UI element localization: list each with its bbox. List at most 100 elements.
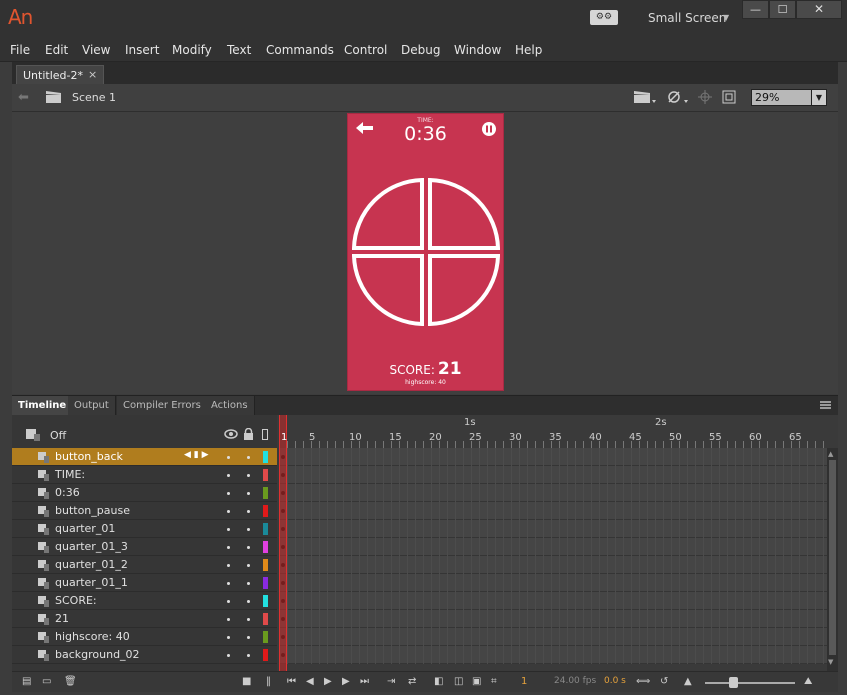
close-button[interactable]: ✕ — [796, 0, 842, 19]
modify-markers-icon[interactable]: ⌗ — [491, 676, 497, 687]
layer-outline-color[interactable] — [263, 613, 268, 625]
go-to-first-frame-icon[interactable]: ⏮ — [287, 676, 296, 687]
menu-insert[interactable]: Insert — [125, 43, 159, 57]
lock-toggle[interactable] — [247, 582, 250, 585]
visibility-toggle[interactable] — [227, 492, 230, 495]
visibility-toggle[interactable] — [227, 654, 230, 657]
frame-ruler[interactable]: 1s 2s 5 10 15 20 25 30 35 40 45 50 55 60 65 — [279, 415, 827, 448]
tab-actions[interactable]: Actions — [205, 396, 255, 416]
fit-frames-icon[interactable]: ⟺ — [636, 676, 650, 687]
visibility-toggle[interactable] — [227, 546, 230, 549]
visibility-toggle[interactable] — [227, 582, 230, 585]
layer-name[interactable]: quarter_01_3 — [55, 540, 128, 553]
onion-skin-icon[interactable]: ◧ — [434, 676, 443, 687]
lock-toggle[interactable] — [247, 510, 250, 513]
lock-toggle[interactable] — [247, 654, 250, 657]
layer-outline-color[interactable] — [263, 505, 268, 517]
quarter-circle-puzzle[interactable] — [352, 177, 500, 327]
chevron-down-icon[interactable]: ▼ — [723, 13, 729, 22]
layer-name[interactable]: quarter_01_2 — [55, 558, 128, 571]
minimize-button[interactable]: — — [742, 0, 769, 19]
timeline-scrollbar[interactable]: ▲ ▼ — [827, 448, 838, 671]
menu-file[interactable]: File — [10, 43, 30, 57]
new-layer-icon[interactable]: ▤ — [22, 676, 31, 687]
edit-scene-icon[interactable] — [634, 90, 656, 104]
lock-toggle[interactable] — [247, 546, 250, 549]
step-back-icon[interactable]: ◀ — [306, 676, 314, 687]
visibility-toggle[interactable] — [227, 636, 230, 639]
layer-outline-color[interactable] — [263, 631, 268, 643]
loop-icon[interactable]: ⇄ — [408, 676, 416, 687]
panel-menu-icon[interactable] — [820, 401, 831, 409]
layer-name[interactable]: background_02 — [55, 648, 140, 661]
tab-compiler-errors[interactable]: Compiler Errors — [117, 396, 208, 416]
visibility-toggle[interactable] — [227, 456, 230, 459]
layer-name[interactable]: quarter_01 — [55, 522, 115, 535]
layer-outline-color[interactable] — [263, 451, 268, 463]
snap-icon[interactable] — [698, 90, 712, 104]
workspace-switcher-icon[interactable]: ⚙⚙ — [590, 10, 618, 25]
timeline-zoom-slider[interactable] — [705, 682, 795, 684]
menu-debug[interactable]: Debug — [401, 43, 440, 57]
clip-content-icon[interactable] — [722, 90, 736, 104]
layer-row[interactable]: quarter_01_3 — [12, 538, 277, 556]
menu-view[interactable]: View — [82, 43, 110, 57]
visibility-toggle[interactable] — [227, 528, 230, 531]
current-frame[interactable]: 1 — [521, 676, 527, 687]
lock-toggle[interactable] — [247, 456, 250, 459]
onion-skin-outlines-icon[interactable]: ◫ — [454, 676, 463, 687]
lock-toggle[interactable] — [247, 492, 250, 495]
new-folder-icon[interactable]: ▭ — [42, 676, 51, 687]
workspace-name[interactable]: Small Screen — [648, 11, 726, 25]
layer-outline-color[interactable] — [263, 559, 268, 571]
layer-name[interactable]: button_back — [55, 450, 123, 463]
layer-name[interactable]: 0:36 — [55, 486, 80, 499]
layer-row[interactable]: quarter_01_2 — [12, 556, 277, 574]
layer-nav-controls[interactable]: ◀ ▮ ▶ — [184, 450, 209, 460]
layer-name[interactable]: quarter_01_1 — [55, 576, 128, 589]
frame-grid[interactable] — [279, 448, 827, 664]
trash-icon[interactable]: 🗑 — [64, 676, 77, 687]
menu-control[interactable]: Control — [344, 43, 387, 57]
tab-output[interactable]: Output — [68, 396, 116, 416]
outline-icon[interactable] — [262, 429, 268, 440]
layer-name[interactable]: SCORE: — [55, 594, 97, 607]
small-mountain-icon[interactable]: ▲ — [684, 676, 692, 687]
layer-depth-label[interactable]: Off — [50, 429, 66, 442]
lock-toggle[interactable] — [247, 474, 250, 477]
play-icon[interactable]: ▶ — [324, 676, 332, 687]
layer-name[interactable]: 21 — [55, 612, 69, 625]
layer-row[interactable]: button_pause — [12, 502, 277, 520]
frames-area[interactable]: 1s 2s 5 10 15 20 25 30 35 40 45 50 55 60 65 1 — [279, 415, 827, 671]
slider-thumb[interactable] — [729, 677, 738, 688]
layer-outline-color[interactable] — [263, 523, 268, 535]
frame-rate[interactable]: 24.00 fps — [554, 676, 596, 686]
go-to-last-frame-icon[interactable]: ⏭ — [360, 676, 369, 687]
close-icon[interactable]: × — [88, 68, 97, 81]
lock-icon[interactable] — [243, 428, 254, 440]
scroll-down-icon[interactable]: ▼ — [828, 658, 833, 666]
visibility-toggle[interactable] — [227, 564, 230, 567]
scrollbar-thumb[interactable] — [829, 460, 836, 655]
eye-icon[interactable] — [224, 429, 238, 439]
menu-text[interactable]: Text — [227, 43, 251, 57]
layer-outline-color[interactable] — [263, 487, 268, 499]
layer-outline-color[interactable] — [263, 649, 268, 661]
scroll-up-icon[interactable]: ▲ — [828, 450, 833, 458]
menu-help[interactable]: Help — [515, 43, 542, 57]
layer-row[interactable]: TIME: — [12, 466, 277, 484]
layer-outline-color[interactable] — [263, 469, 268, 481]
layer-folder-icon[interactable] — [26, 429, 40, 441]
center-frame-icon[interactable]: ⇥ — [387, 676, 395, 687]
edit-multiple-frames-icon[interactable]: ▣ — [472, 676, 481, 687]
visibility-toggle[interactable] — [227, 510, 230, 513]
lock-toggle[interactable] — [247, 618, 250, 621]
stage-area[interactable]: TIME: 0:36 SCORE: 21 highscore: 40 — [12, 112, 838, 394]
layer-row[interactable]: quarter_01 — [12, 520, 277, 538]
layer-row[interactable]: background_02 — [12, 646, 277, 664]
layer-row[interactable]: button_back ◀ ▮ ▶ — [12, 448, 277, 466]
stage[interactable]: TIME: 0:36 SCORE: 21 highscore: 40 — [347, 113, 504, 391]
back-arrow-icon[interactable]: ⬅ — [18, 90, 29, 105]
layer-outline-color[interactable] — [263, 595, 268, 607]
pause-icon[interactable] — [482, 122, 496, 136]
